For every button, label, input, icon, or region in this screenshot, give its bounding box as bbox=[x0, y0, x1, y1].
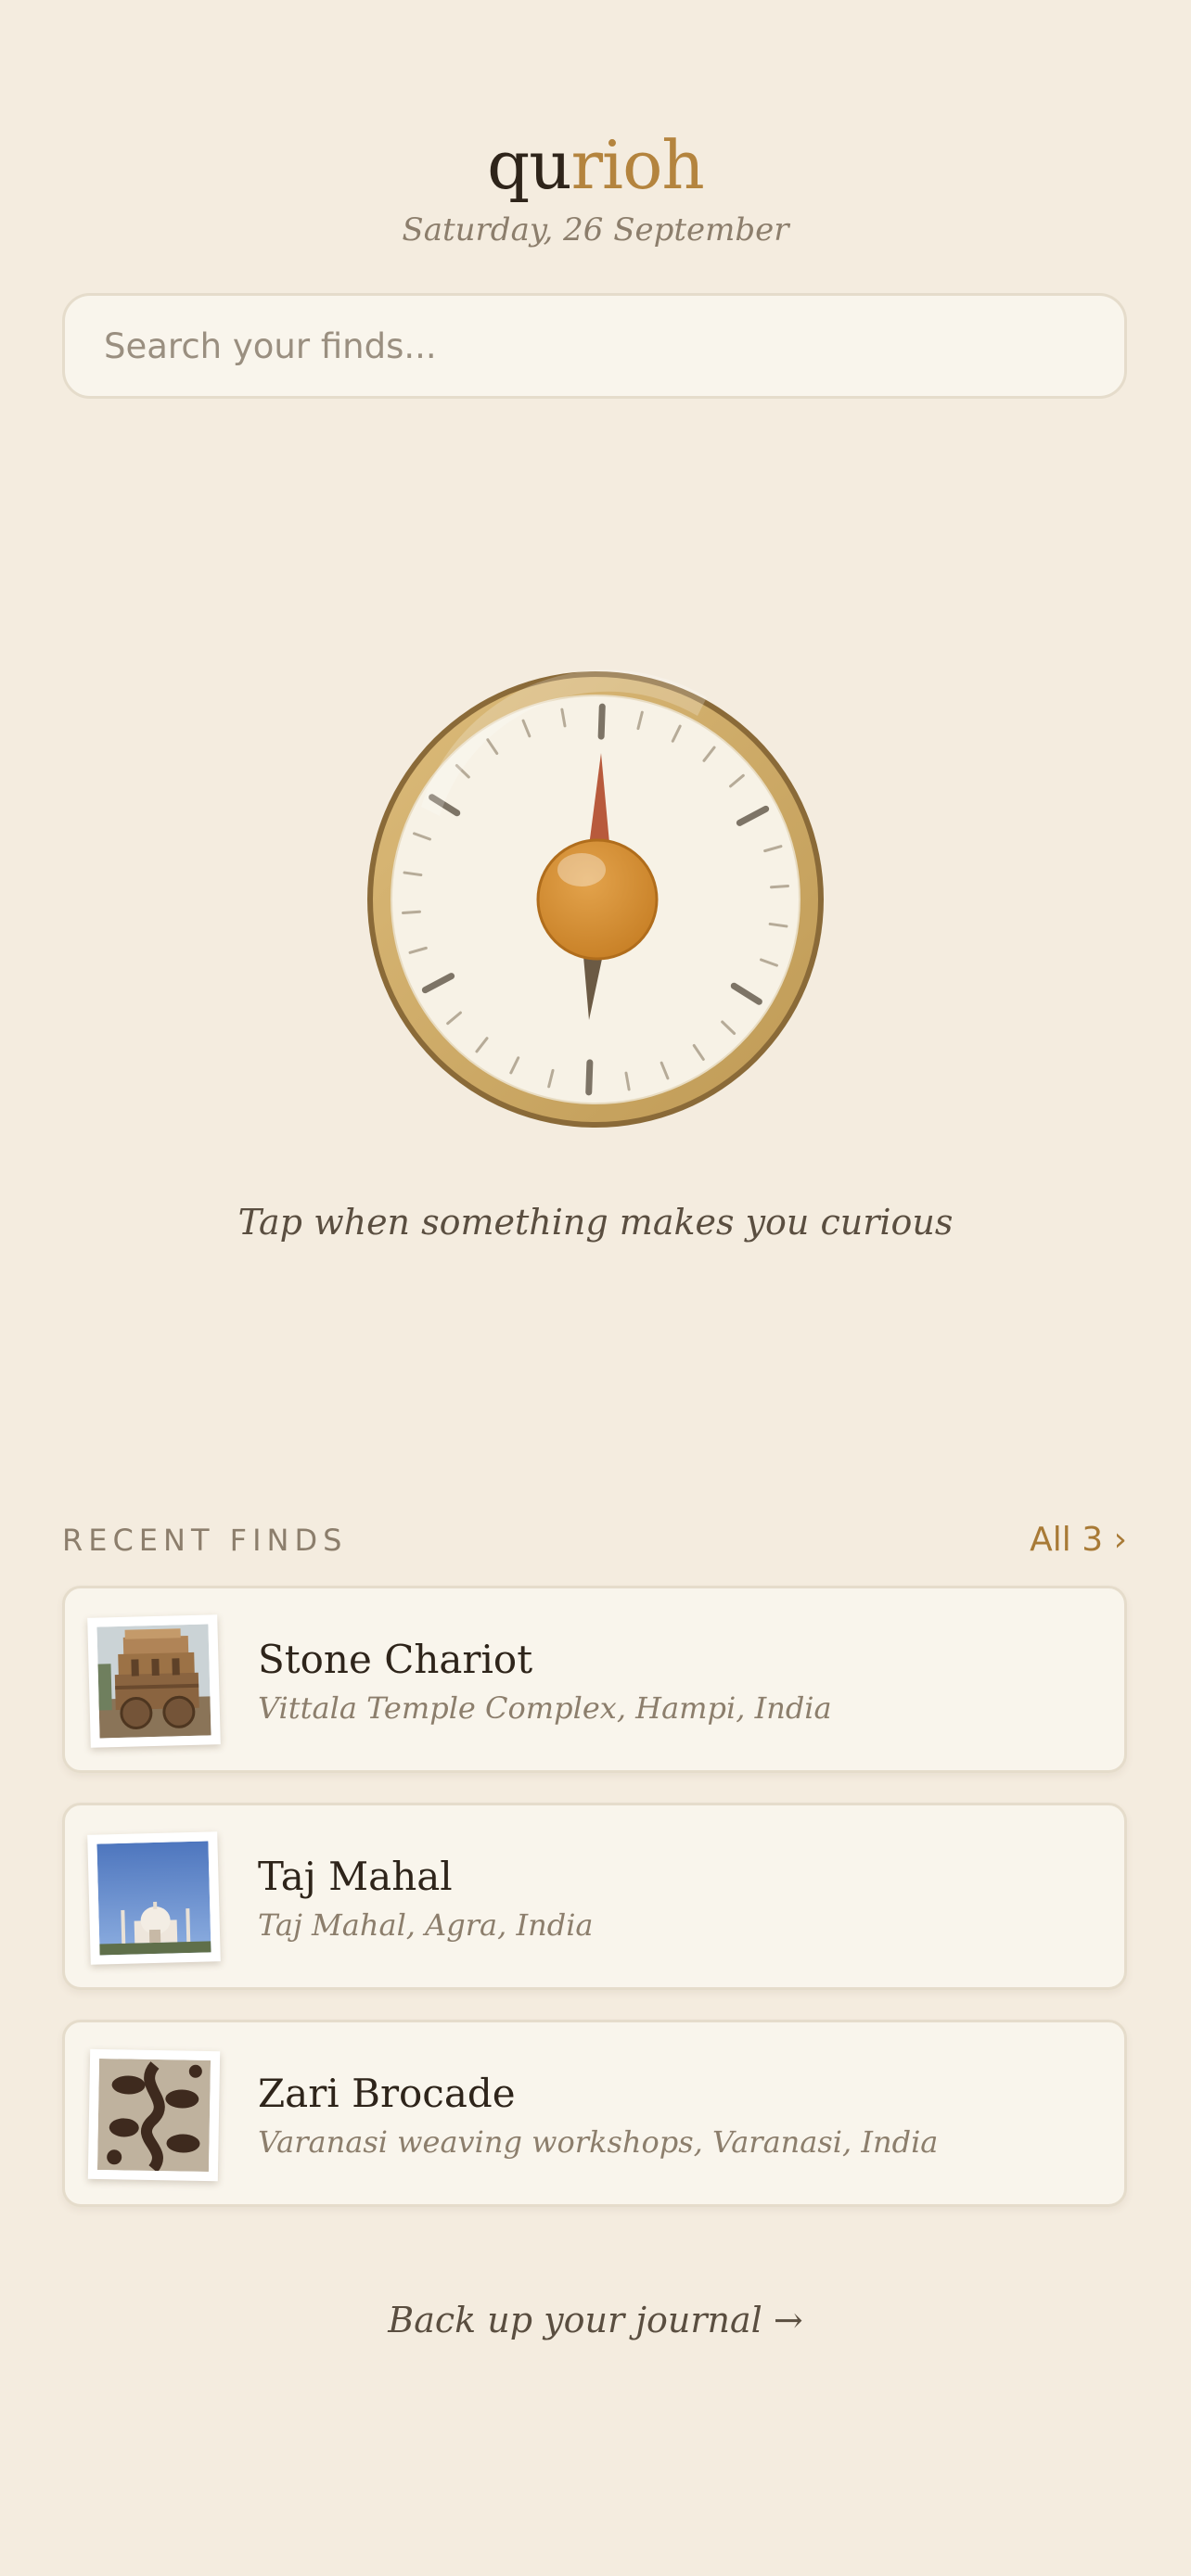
logo-prefix: qu bbox=[487, 126, 571, 204]
compass-major-tick bbox=[597, 703, 606, 740]
find-card-taj-mahal[interactable]: Taj Mahal Taj Mahal, Agra, India bbox=[62, 1803, 1127, 1990]
find-title: Stone Chariot bbox=[258, 1637, 533, 1682]
view-all-finds-link[interactable]: All 3 › bbox=[1030, 1521, 1127, 1559]
stone-chariot-thumbnail bbox=[96, 1624, 211, 1739]
recent-finds-title: RECENT FINDS bbox=[62, 1522, 348, 1558]
search-input[interactable] bbox=[102, 325, 1089, 367]
current-date: Saturday, 26 September bbox=[402, 211, 789, 249]
compass-major-tick bbox=[585, 1059, 594, 1096]
backup-journal-link[interactable]: Back up your journal → bbox=[0, 2300, 1191, 2340]
taj-mahal-thumbnail bbox=[96, 1841, 211, 1956]
logo-accent: rioh bbox=[570, 126, 705, 204]
find-title: Zari Brocade bbox=[258, 2071, 516, 2116]
find-card-zari-brocade[interactable]: Zari Brocade Varanasi weaving workshops,… bbox=[62, 2020, 1127, 2207]
curiosity-compass-button[interactable] bbox=[364, 668, 827, 1131]
search-bar[interactable] bbox=[62, 293, 1127, 399]
recent-finds-header: RECENT FINDS All 3 › bbox=[62, 1521, 1127, 1559]
zari-brocade-thumbnail bbox=[96, 2058, 211, 2173]
find-location: Varanasi weaving workshops, Varanasi, In… bbox=[258, 2124, 939, 2160]
find-thumbnail-frame bbox=[87, 1831, 221, 1965]
compass-prompt: Tap when something makes you curious bbox=[237, 1202, 954, 1243]
find-location: Vittala Temple Complex, Hampi, India bbox=[258, 1690, 832, 1726]
app-header: qurioh Saturday, 26 September bbox=[0, 121, 1191, 249]
find-thumbnail-frame bbox=[87, 2048, 221, 2182]
find-thumbnail-frame bbox=[87, 1614, 221, 1748]
find-card-stone-chariot[interactable]: Stone Chariot Vittala Temple Complex, Ha… bbox=[62, 1586, 1127, 1773]
compass-icon bbox=[367, 670, 824, 1128]
find-location: Taj Mahal, Agra, India bbox=[258, 1907, 594, 1943]
knob-highlight bbox=[557, 853, 606, 886]
app-logo: qurioh bbox=[0, 121, 1191, 210]
find-title: Taj Mahal bbox=[258, 1854, 453, 1899]
